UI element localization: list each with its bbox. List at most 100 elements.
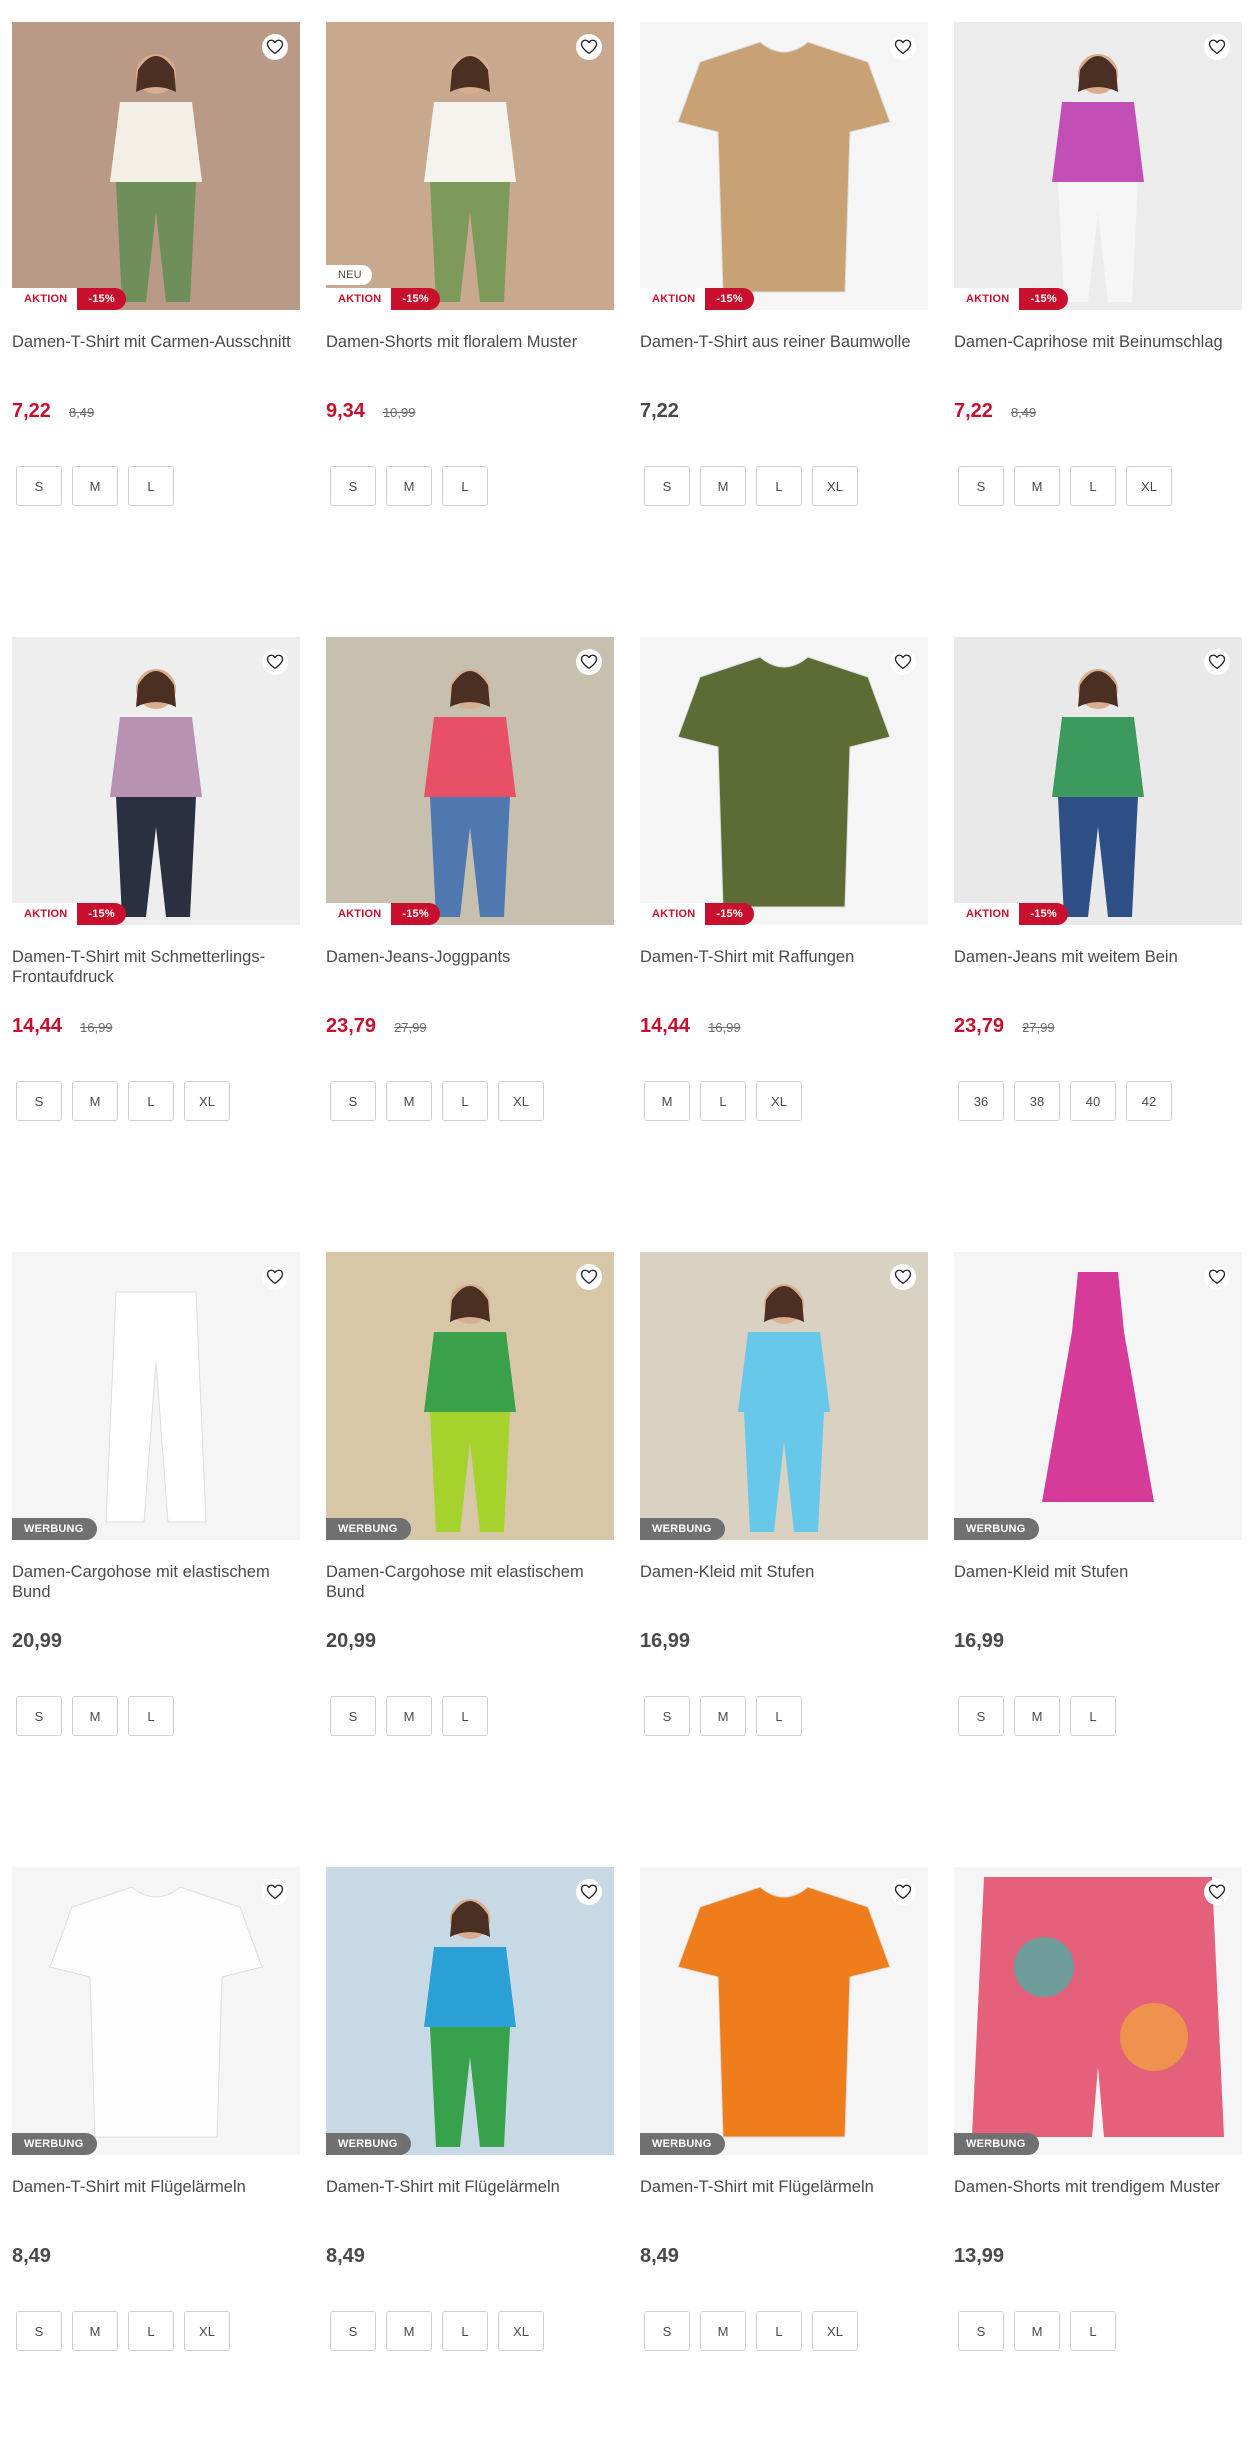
size-option[interactable]: S <box>16 2311 62 2351</box>
product-card[interactable]: WERBUNG Damen-Kleid mit Stufen 16,99 SML <box>640 1252 928 1820</box>
size-option[interactable]: L <box>700 1081 746 1121</box>
product-image[interactable]: WERBUNG <box>326 1252 614 1540</box>
product-title[interactable]: Damen-T-Shirt mit Flügelärmeln <box>12 2177 300 2217</box>
size-option[interactable]: XL <box>498 2311 544 2351</box>
size-option[interactable]: L <box>442 2311 488 2351</box>
product-image[interactable]: WERBUNG <box>954 1867 1242 2155</box>
product-card[interactable]: AKTION -15% Damen-T-Shirt mit Carmen-Auss… <box>12 22 300 590</box>
size-option[interactable]: L <box>756 466 802 506</box>
product-card[interactable]: AKTION -15% Damen-T-Shirt mit Schmetterli… <box>12 637 300 1205</box>
size-option[interactable]: M <box>72 466 118 506</box>
product-image[interactable]: AKTION -15% <box>12 637 300 925</box>
product-title[interactable]: Damen-Shorts mit floralem Muster <box>326 332 614 372</box>
product-title[interactable]: Damen-Kleid mit Stufen <box>640 1562 928 1602</box>
size-option[interactable]: S <box>16 466 62 506</box>
size-option[interactable]: 38 <box>1014 1081 1060 1121</box>
size-option[interactable]: M <box>700 466 746 506</box>
size-option[interactable]: XL <box>812 2311 858 2351</box>
product-title[interactable]: Damen-T-Shirt mit Flügelärmeln <box>326 2177 614 2217</box>
product-card[interactable]: WERBUNG Damen-T-Shirt mit Flügelärmeln 8… <box>640 1867 928 2435</box>
product-image[interactable]: AKTION -15% <box>640 22 928 310</box>
wishlist-button[interactable] <box>890 1879 916 1905</box>
wishlist-button[interactable] <box>576 649 602 675</box>
product-title[interactable]: Damen-T-Shirt mit Carmen-Ausschnitt <box>12 332 300 372</box>
size-option[interactable]: L <box>128 1696 174 1736</box>
size-option[interactable]: M <box>386 1696 432 1736</box>
size-option[interactable]: S <box>644 466 690 506</box>
size-option[interactable]: S <box>330 2311 376 2351</box>
size-option[interactable]: L <box>128 2311 174 2351</box>
product-image[interactable]: AKTION -15% <box>12 22 300 310</box>
product-card[interactable]: WERBUNG Damen-T-Shirt mit Flügelärmeln 8… <box>12 1867 300 2435</box>
product-title[interactable]: Damen-Cargohose mit elastischem Bund <box>12 1562 300 1602</box>
product-title[interactable]: Damen-Caprihose mit Beinumschlag <box>954 332 1242 372</box>
product-image[interactable]: AKTION -15% <box>326 637 614 925</box>
wishlist-button[interactable] <box>576 34 602 60</box>
size-option[interactable]: S <box>330 1696 376 1736</box>
wishlist-button[interactable] <box>576 1264 602 1290</box>
size-option[interactable]: S <box>958 2311 1004 2351</box>
size-option[interactable]: L <box>442 466 488 506</box>
wishlist-button[interactable] <box>262 1264 288 1290</box>
product-image[interactable]: WERBUNG <box>12 1867 300 2155</box>
wishlist-button[interactable] <box>262 34 288 60</box>
size-option[interactable]: 40 <box>1070 1081 1116 1121</box>
size-option[interactable]: L <box>128 466 174 506</box>
size-option[interactable]: XL <box>812 466 858 506</box>
size-option[interactable]: S <box>330 466 376 506</box>
size-option[interactable]: M <box>1014 2311 1060 2351</box>
size-option[interactable]: M <box>1014 1696 1060 1736</box>
product-card[interactable]: WERBUNG Damen-Shorts mit trendigem Muste… <box>954 1867 1242 2435</box>
size-option[interactable]: XL <box>1126 466 1172 506</box>
size-option[interactable]: L <box>1070 466 1116 506</box>
size-option[interactable]: XL <box>184 2311 230 2351</box>
product-card[interactable]: NEU AKTION -15% Damen-Shorts mit floralem … <box>326 22 614 590</box>
product-card[interactable]: AKTION -15% Damen-Caprihose mit Beinumsch… <box>954 22 1242 590</box>
size-option[interactable]: M <box>644 1081 690 1121</box>
product-image[interactable]: WERBUNG <box>640 1867 928 2155</box>
wishlist-button[interactable] <box>890 34 916 60</box>
size-option[interactable]: M <box>72 2311 118 2351</box>
size-option[interactable]: M <box>72 1081 118 1121</box>
size-option[interactable]: XL <box>756 1081 802 1121</box>
wishlist-button[interactable] <box>1204 649 1230 675</box>
size-option[interactable]: S <box>644 1696 690 1736</box>
wishlist-button[interactable] <box>262 649 288 675</box>
size-option[interactable]: L <box>442 1696 488 1736</box>
wishlist-button[interactable] <box>1204 1879 1230 1905</box>
size-option[interactable]: XL <box>184 1081 230 1121</box>
product-image[interactable]: WERBUNG <box>326 1867 614 2155</box>
product-card[interactable]: AKTION -15% Damen-T-Shirt mit Raffungen 1… <box>640 637 928 1205</box>
product-title[interactable]: Damen-Kleid mit Stufen <box>954 1562 1242 1602</box>
product-title[interactable]: Damen-Jeans mit weitem Bein <box>954 947 1242 987</box>
size-option[interactable]: 36 <box>958 1081 1004 1121</box>
size-option[interactable]: M <box>386 466 432 506</box>
wishlist-button[interactable] <box>576 1879 602 1905</box>
product-card[interactable]: WERBUNG Damen-Cargohose mit elastischem … <box>12 1252 300 1820</box>
product-image[interactable]: AKTION -15% <box>640 637 928 925</box>
product-title[interactable]: Damen-T-Shirt aus reiner Baumwolle <box>640 332 928 372</box>
product-title[interactable]: Damen-T-Shirt mit Raffungen <box>640 947 928 987</box>
wishlist-button[interactable] <box>1204 1264 1230 1290</box>
wishlist-button[interactable] <box>1204 34 1230 60</box>
size-option[interactable]: L <box>1070 2311 1116 2351</box>
size-option[interactable]: L <box>128 1081 174 1121</box>
size-option[interactable]: M <box>700 1696 746 1736</box>
size-option[interactable]: M <box>72 1696 118 1736</box>
product-image[interactable]: WERBUNG <box>954 1252 1242 1540</box>
product-image[interactable]: WERBUNG <box>12 1252 300 1540</box>
product-title[interactable]: Damen-T-Shirt mit Schmetterlings-Frontau… <box>12 947 300 987</box>
product-image[interactable]: AKTION -15% <box>954 22 1242 310</box>
size-option[interactable]: S <box>330 1081 376 1121</box>
product-title[interactable]: Damen-T-Shirt mit Flügelärmeln <box>640 2177 928 2217</box>
size-option[interactable]: S <box>958 1696 1004 1736</box>
size-option[interactable]: S <box>958 466 1004 506</box>
product-card[interactable]: AKTION -15% Damen-T-Shirt aus reiner Baum… <box>640 22 928 590</box>
size-option[interactable]: L <box>756 1696 802 1736</box>
size-option[interactable]: M <box>386 1081 432 1121</box>
wishlist-button[interactable] <box>890 1264 916 1290</box>
size-option[interactable]: XL <box>498 1081 544 1121</box>
product-card[interactable]: WERBUNG Damen-Cargohose mit elastischem … <box>326 1252 614 1820</box>
size-option[interactable]: L <box>442 1081 488 1121</box>
product-image[interactable]: NEU AKTION -15% <box>326 22 614 310</box>
